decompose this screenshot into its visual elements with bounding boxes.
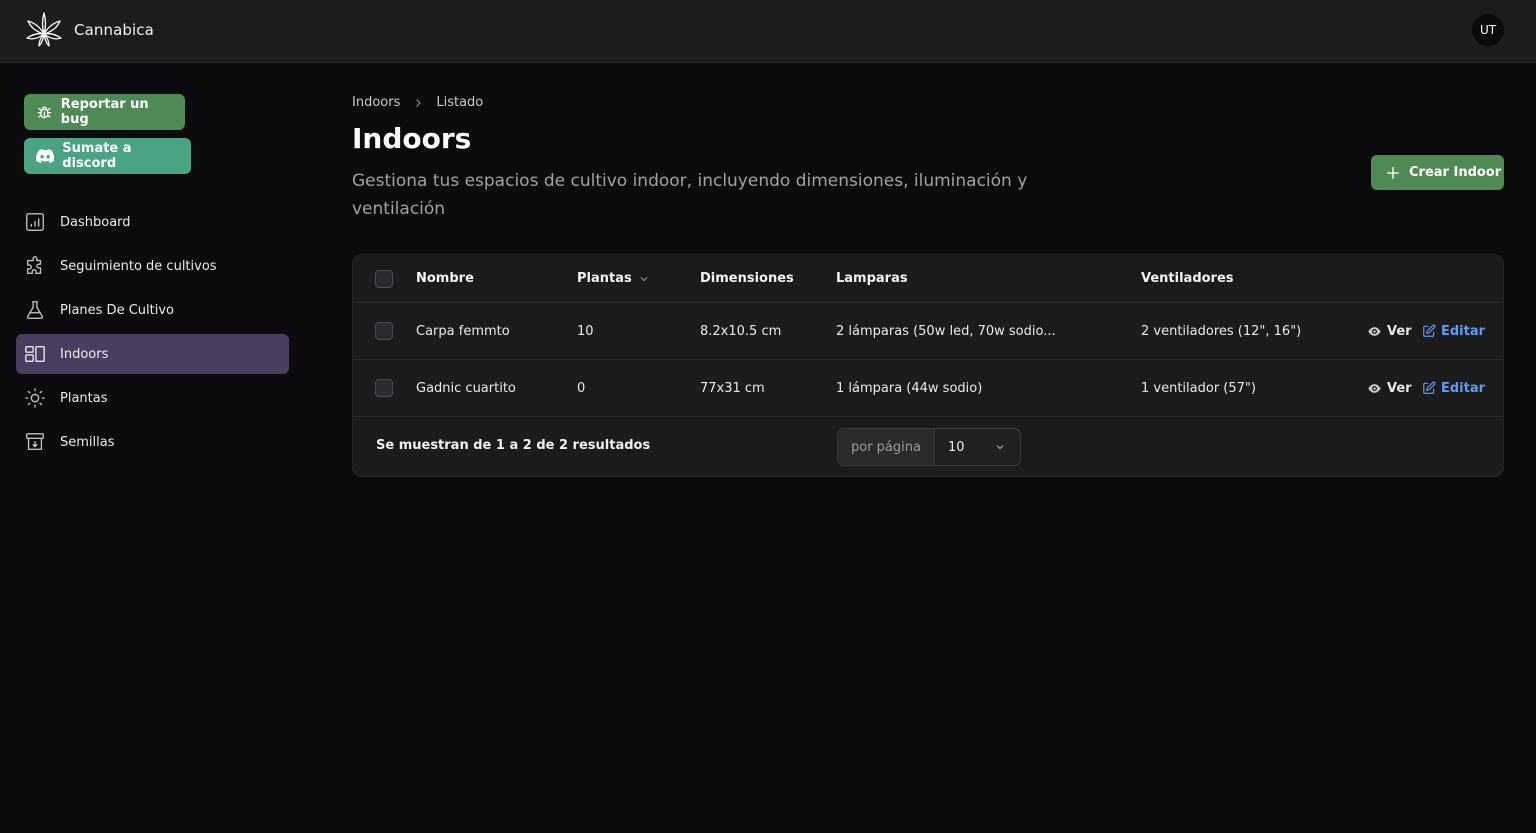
row-select-cell [375,303,393,359]
breadcrumb: Indoors Listado [352,95,483,110]
cell-plantas: 10 [577,323,594,339]
chevron-down-icon [996,445,1004,450]
per-page-select[interactable]: por página 10 [837,428,1021,466]
column-header-ventiladores[interactable]: Ventiladores [1141,255,1234,302]
report-bug-button[interactable]: Reportar un bug [24,94,185,130]
discord-label: Sumate a discord [62,141,132,171]
breadcrumb-root[interactable]: Indoors [352,95,400,110]
cell-lamparas: 1 lámpara (44w sodio) [836,380,983,396]
bug-icon [37,106,52,119]
edit-icon [1423,324,1436,337]
chevron-down-icon [640,276,648,281]
column-header-nombre[interactable]: Nombre [416,255,474,302]
cannabis-leaf-icon [26,12,62,47]
table-row: Carpa femmto 10 8.2x10.5 cm 2 lámparas (… [353,303,1503,360]
puzzle-icon [24,255,46,277]
cell-ventiladores: 2 ventiladores (12", 16") [1141,323,1302,339]
edit-button[interactable]: Editar [1422,303,1485,359]
column-header-plantas-label: Plantas [577,271,632,286]
eye-icon [1368,383,1381,393]
column-header-plantas[interactable]: Plantas [577,255,650,302]
page-title: Indoors [352,122,472,155]
edit-label: Editar [1441,380,1486,396]
view-button[interactable]: Ver [1367,360,1412,416]
row-checkbox[interactable] [375,379,393,397]
per-page-value: 10 [948,439,965,455]
view-label: Ver [1387,380,1412,396]
sidebar-item-planes[interactable]: Planes De Cultivo [16,290,289,330]
per-page-label: por página [838,429,935,465]
page-subtitle: Gestiona tus espacios de cultivo indoor,… [352,171,1028,219]
sidebar-item-semillas[interactable]: Semillas [16,422,289,462]
discord-button[interactable]: Sumate a discord [24,138,191,174]
sidebar: Reportar un bug Sumate a discord Dashboa… [0,63,305,833]
sun-icon [24,387,46,409]
sidebar-nav: Dashboard Seguimiento de cultivos Planes… [16,202,289,466]
table-header: Nombre Plantas Dimensiones Lamparas Vent… [353,255,1503,303]
sidebar-item-dashboard[interactable]: Dashboard [16,202,289,242]
edit-button[interactable]: Editar [1422,360,1485,416]
cell-ventiladores: 1 ventilador (57") [1141,380,1256,396]
create-indoor-label: Crear Indoor [1409,165,1502,180]
column-header-lamparas[interactable]: Lamparas [836,255,908,302]
results-summary: Se muestran de 1 a 2 de 2 resultados [376,438,651,453]
layout-icon [24,343,46,365]
cell-dimensiones: 8.2x10.5 cm [700,323,782,339]
brand[interactable]: Cannabica [24,10,154,50]
select-all-checkbox[interactable] [375,269,393,288]
cell-nombre: Carpa femmto [416,323,510,339]
eye-icon [1368,326,1381,336]
chevron-right-icon [416,98,422,107]
archive-icon [24,431,46,453]
report-bug-label: Reportar un bug [60,97,149,127]
sidebar-item-plantas[interactable]: Plantas [16,378,289,418]
create-indoor-button[interactable]: Crear Indoor [1371,155,1504,190]
top-bar: Cannabica UT [0,0,1536,63]
table-row: Gadnic cuartito 0 77x31 cm 1 lámpara (44… [353,360,1503,417]
row-checkbox[interactable] [375,322,393,340]
app-name: Cannabica [74,21,154,39]
chart-icon [24,211,46,233]
cell-plantas: 0 [577,380,586,396]
sidebar-item-label: Dashboard [60,214,131,230]
sidebar-item-indoors[interactable]: Indoors [16,334,289,374]
user-avatar[interactable]: UT [1472,14,1504,46]
cell-lamparas: 2 lámparas (50w led, 70w sodio... [836,323,1056,339]
edit-label: Editar [1441,323,1486,339]
select-all-cell [375,255,393,302]
row-select-cell [375,360,393,416]
per-page-dropdown[interactable]: 10 [935,429,1020,465]
sidebar-item-label: Indoors [60,346,109,362]
cell-nombre: Gadnic cuartito [416,380,516,396]
view-button[interactable]: Ver [1367,303,1412,359]
flask-icon [24,299,46,321]
indoors-table: Nombre Plantas Dimensiones Lamparas Vent… [352,254,1504,477]
sidebar-item-seguimiento[interactable]: Seguimiento de cultivos [16,246,289,286]
discord-icon [36,149,55,164]
sidebar-item-label: Semillas [60,434,115,450]
view-label: Ver [1387,323,1412,339]
edit-icon [1423,381,1436,394]
sidebar-item-label: Plantas [60,390,108,406]
plus-icon [1387,166,1399,179]
sidebar-item-label: Planes De Cultivo [60,302,174,318]
breadcrumb-current: Listado [436,95,484,110]
sidebar-item-label: Seguimiento de cultivos [60,258,217,274]
column-header-dimensiones[interactable]: Dimensiones [700,255,794,302]
cell-dimensiones: 77x31 cm [700,380,765,396]
